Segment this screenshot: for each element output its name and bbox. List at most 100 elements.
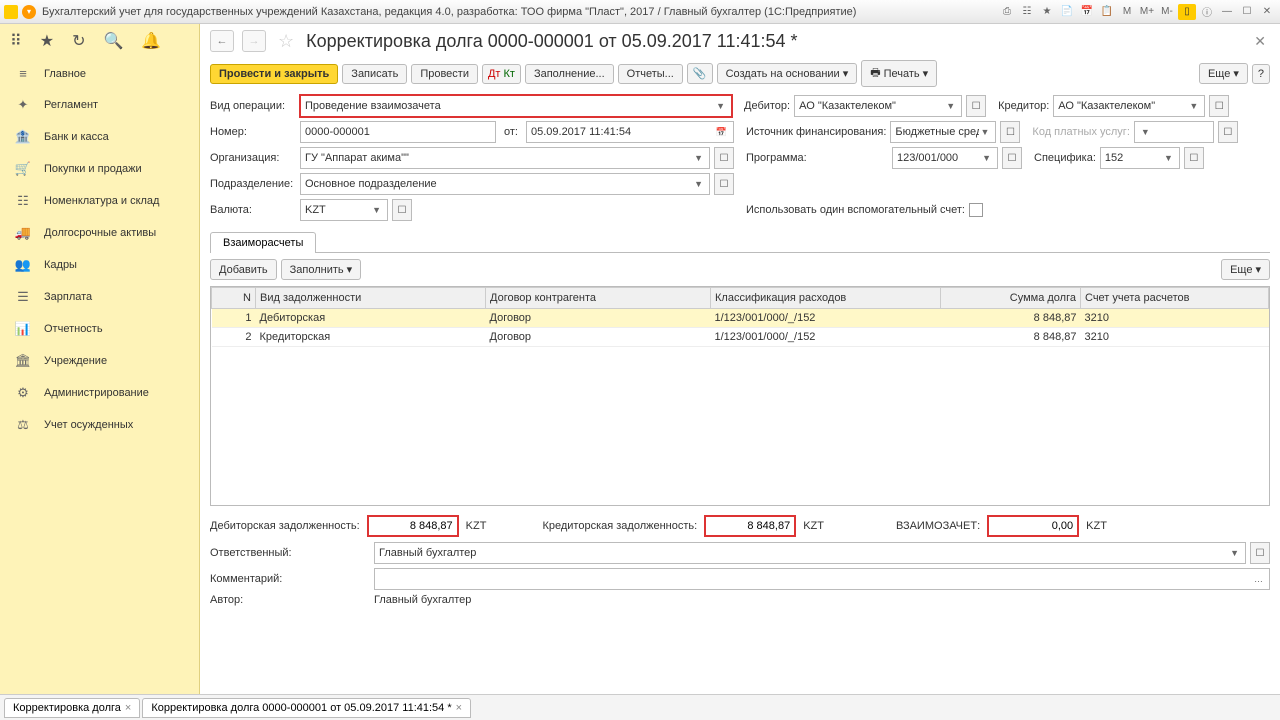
bottom-tab-2[interactable]: Корректировка долга 0000-000001 от 05.09… xyxy=(142,698,471,718)
forward-button[interactable]: → xyxy=(242,30,266,52)
write-button[interactable]: Записать xyxy=(342,64,407,84)
table-row[interactable]: 2КредиторскаяДоговор1/123/001/000/_/1528… xyxy=(212,328,1269,347)
sidebar-item[interactable]: ☰Зарплата xyxy=(0,281,199,313)
program-field[interactable]: 123/001/000▼ xyxy=(892,147,998,169)
fin-src-field[interactable]: Бюджетные средс▼ xyxy=(890,121,996,143)
favorites-icon[interactable]: ★ xyxy=(40,31,54,51)
calendar-icon[interactable]: 📅 xyxy=(714,127,729,138)
sidebar-item[interactable]: 🛒 Покупки и продажи xyxy=(0,153,199,185)
paid-srv-pick-button[interactable]: ☐ xyxy=(1218,121,1238,143)
post-and-close-button[interactable]: Провести и закрыть xyxy=(210,64,338,84)
star-icon[interactable]: ★ xyxy=(1038,4,1056,20)
panel-icon[interactable]: ▯ xyxy=(1178,4,1196,20)
debtor-field[interactable]: АО "Казактелеком"▼ xyxy=(794,95,962,117)
fill-table-button[interactable]: Заполнить ▾ xyxy=(281,259,362,280)
reports-button[interactable]: Отчеты... xyxy=(618,64,683,84)
col-sum[interactable]: Сумма долга xyxy=(941,288,1081,309)
help-button[interactable]: ? xyxy=(1252,64,1270,84)
number-field[interactable]: 0000-000001 xyxy=(300,121,496,143)
org-label: Организация: xyxy=(210,152,296,164)
minimize-button[interactable]: — xyxy=(1218,4,1236,20)
currency-field[interactable]: KZT▼ xyxy=(300,199,388,221)
info-icon[interactable]: ⓘ xyxy=(1198,4,1216,20)
dropdown-icon[interactable]: ▾ xyxy=(22,5,36,19)
sidebar: ⠿ ★ ↻ 🔍 🔔 ≡Главное✦Регламент🏦Банк и касс… xyxy=(0,24,200,694)
calc-icon[interactable]: 📅 xyxy=(1078,4,1096,20)
dept-field[interactable]: Основное подразделение▼ xyxy=(300,173,710,195)
dk-button[interactable]: ДтКт xyxy=(482,64,521,84)
close-doc-button[interactable]: ✕ xyxy=(1250,33,1270,50)
creditor-pick-button[interactable]: ☐ xyxy=(1209,95,1229,117)
sidebar-icon: 👥 xyxy=(14,257,32,273)
sidebar-item[interactable]: 🏦Банк и касса xyxy=(0,121,199,153)
settlements-grid[interactable]: N Вид задолженности Договор контрагента … xyxy=(210,286,1270,506)
chevron-down-icon[interactable]: ▼ xyxy=(714,101,727,111)
close-icon[interactable]: × xyxy=(125,702,131,714)
sidebar-item[interactable]: 🏛Учреждение xyxy=(0,345,199,377)
program-pick-button[interactable]: ☐ xyxy=(1002,147,1022,169)
m-minus-icon[interactable]: M- xyxy=(1158,4,1176,20)
apps-icon[interactable]: ⠿ xyxy=(10,31,22,51)
fin-src-pick-button[interactable]: ☐ xyxy=(1000,121,1020,143)
maximize-button[interactable]: ☐ xyxy=(1238,4,1256,20)
comment-field[interactable]: … xyxy=(374,568,1270,590)
org-pick-button[interactable]: ☐ xyxy=(714,147,734,169)
back-button[interactable]: ← xyxy=(210,30,234,52)
favorite-star-icon[interactable]: ☆ xyxy=(278,31,294,52)
sidebar-item[interactable]: ⚖Учет осужденных xyxy=(0,409,199,441)
responsible-label: Ответственный: xyxy=(210,547,370,559)
col-n[interactable]: N xyxy=(212,288,256,309)
creditor-field[interactable]: АО "Казактелеком"▼ xyxy=(1053,95,1205,117)
col-account[interactable]: Счет учета расчетов xyxy=(1081,288,1269,309)
currency-pick-button[interactable]: ☐ xyxy=(392,199,412,221)
sidebar-item[interactable]: ☷Номенклатура и склад xyxy=(0,185,199,217)
tool-icon[interactable]: ☷ xyxy=(1018,4,1036,20)
m-plus-icon[interactable]: M+ xyxy=(1138,4,1156,20)
sidebar-item[interactable]: ≡Главное xyxy=(0,58,199,89)
close-button[interactable]: ✕ xyxy=(1258,4,1276,20)
bottom-tab-1[interactable]: Корректировка долга× xyxy=(4,698,140,718)
attach-button[interactable]: 📎 xyxy=(687,63,713,84)
responsible-field[interactable]: Главный бухгалтер▼ xyxy=(374,542,1246,564)
fill-button[interactable]: Заполнение... xyxy=(525,64,614,84)
single-acc-checkbox[interactable] xyxy=(969,203,983,217)
app-logo-icon xyxy=(4,5,18,19)
close-icon[interactable]: × xyxy=(456,702,462,714)
sidebar-item[interactable]: ✦Регламент xyxy=(0,89,199,121)
sidebar-label: Покупки и продажи xyxy=(44,163,142,175)
print-button[interactable]: 🖶 Печать ▾ xyxy=(861,60,937,87)
sidebar-item[interactable]: 🚚Долгосрочные активы xyxy=(0,217,199,249)
grid-more-button[interactable]: Еще ▾ xyxy=(1221,259,1270,280)
dept-pick-button[interactable]: ☐ xyxy=(714,173,734,195)
print-icon[interactable]: ⎙ xyxy=(998,4,1016,20)
date-field[interactable]: 05.09.2017 11:41:54📅 xyxy=(526,121,734,143)
sidebar-item[interactable]: 📊Отчетность xyxy=(0,313,199,345)
search-icon[interactable]: 🔍 xyxy=(103,31,123,51)
tab-settlements[interactable]: Взаиморасчеты xyxy=(210,232,316,253)
post-button[interactable]: Провести xyxy=(411,64,478,84)
spec-field[interactable]: 152▼ xyxy=(1100,147,1180,169)
spec-pick-button[interactable]: ☐ xyxy=(1184,147,1204,169)
col-contract[interactable]: Договор контрагента xyxy=(486,288,711,309)
col-debt-type[interactable]: Вид задолженности xyxy=(256,288,486,309)
sidebar-icon: 🏦 xyxy=(14,129,32,145)
responsible-pick-button[interactable]: ☐ xyxy=(1250,542,1270,564)
col-expense[interactable]: Классификация расходов xyxy=(711,288,941,309)
table-row[interactable]: 1ДебиторскаяДоговор1/123/001/000/_/1528 … xyxy=(212,309,1269,328)
m-icon[interactable]: M xyxy=(1118,4,1136,20)
more-button[interactable]: Еще ▾ xyxy=(1199,63,1248,84)
book-icon[interactable]: 📄 xyxy=(1058,4,1076,20)
cal-icon[interactable]: 📋 xyxy=(1098,4,1116,20)
add-row-button[interactable]: Добавить xyxy=(210,259,277,280)
sidebar-icon: 🛒 xyxy=(14,161,32,177)
org-field[interactable]: ГУ "Аппарат акима""▼ xyxy=(300,147,710,169)
create-based-button[interactable]: Создать на основании ▾ xyxy=(717,63,858,84)
sidebar-item[interactable]: 👥Кадры xyxy=(0,249,199,281)
paid-srv-field[interactable]: ▼ xyxy=(1134,121,1214,143)
bell-icon[interactable]: 🔔 xyxy=(141,31,161,51)
history-icon[interactable]: ↻ xyxy=(72,31,85,51)
sidebar-item[interactable]: ⚙Администрирование xyxy=(0,377,199,409)
titlebar: ▾ Бухгалтерский учет для государственных… xyxy=(0,0,1280,24)
op-type-field[interactable]: Проведение взаимозачета▼ xyxy=(300,95,732,117)
debtor-pick-button[interactable]: ☐ xyxy=(966,95,986,117)
